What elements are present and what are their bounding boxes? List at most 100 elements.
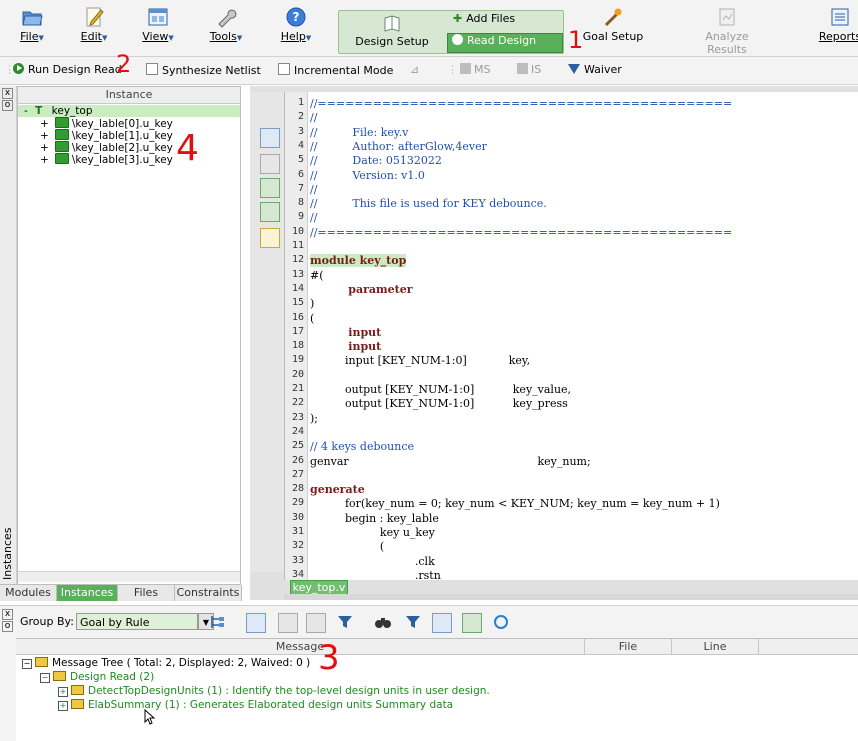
hierarchy-icon[interactable] [208, 613, 226, 631]
tab-modules[interactable]: Modules [0, 585, 57, 601]
code-line[interactable]: begin : key_lable [310, 512, 439, 525]
code-line[interactable]: output [KEY_NUM-1:0] key_value, [310, 383, 571, 396]
expand-icon[interactable]: + [58, 687, 68, 697]
edit-menu[interactable]: Edit▼ [66, 6, 122, 43]
restore-icon[interactable]: o [2, 621, 13, 632]
open-folder-icon[interactable]: ⊿ [410, 63, 419, 76]
is-icon[interactable] [306, 613, 326, 633]
collapse-icon[interactable]: - [24, 105, 28, 117]
tab-files[interactable]: Files [118, 585, 175, 601]
editor-horizontal-scrollbar[interactable] [284, 594, 858, 600]
restore-icon[interactable]: o [2, 100, 13, 111]
checkbox-box[interactable] [146, 63, 158, 75]
code-line[interactable]: // Author: afterGlow,4ever [310, 140, 487, 153]
code-line[interactable]: generate [310, 483, 365, 496]
code-line[interactable]: key u_key [310, 526, 435, 539]
message-tree: Message File Line − Message Tree ( Total:… [16, 638, 858, 741]
copy-icon[interactable] [260, 128, 280, 148]
read-design-button[interactable]: Read Design [447, 33, 563, 53]
tree-item[interactable]: + \key_lable[2].u_key [40, 141, 173, 154]
design-read-node[interactable]: − Design Read (2) [40, 671, 154, 684]
code-line[interactable]: .clk [310, 555, 435, 568]
analyze-results-button[interactable]: Analyze Results [684, 6, 770, 56]
ms-icon[interactable] [278, 613, 298, 633]
code-line[interactable]: input [310, 326, 381, 339]
code-line[interactable]: // Version: v1.0 [310, 169, 425, 182]
code-line[interactable]: parameter [310, 283, 412, 296]
code-line[interactable]: ) [310, 297, 314, 310]
pencil-icon[interactable] [260, 228, 280, 248]
code-line[interactable]: for(key_num = 0; key_num < KEY_NUM; key_… [310, 497, 720, 510]
column-message[interactable]: Message [16, 639, 585, 654]
ms-button[interactable]: MS [460, 63, 490, 76]
comment-icon[interactable] [462, 613, 482, 633]
reports-menu[interactable]: Reports [812, 6, 858, 43]
code-line[interactable]: ( [310, 312, 314, 325]
waiver-button[interactable]: Waiver [568, 63, 622, 76]
tree-item[interactable]: + \key_lable[1].u_key [40, 129, 173, 142]
code-line[interactable]: genvar key_num; [310, 455, 591, 468]
edit-icon [86, 7, 104, 27]
column-line[interactable]: Line [672, 639, 759, 654]
code-line[interactable]: output [KEY_NUM-1:0] key_press [310, 397, 568, 410]
code-view[interactable]: 1 2 3 4 5 6 7 8 9 10 11 12 13 14 15 16 17 18 19 20 21 22 23 24 2… [284, 92, 858, 580]
close-icon[interactable]: x [2, 609, 13, 620]
file-menu[interactable]: File▼ [4, 6, 60, 43]
help-menu[interactable]: ? Help▼ [268, 6, 324, 43]
tree-item[interactable]: + \key_lable[3].u_key [40, 153, 173, 166]
refresh-icon[interactable] [492, 613, 510, 631]
tools-menu[interactable]: Tools▼ [198, 6, 254, 43]
filter-check-icon[interactable] [404, 613, 422, 631]
code-line[interactable]: #( [310, 269, 324, 282]
comment-icon[interactable] [260, 202, 280, 222]
tab-constraints[interactable]: Constraints [175, 585, 242, 601]
funnel-icon[interactable] [336, 613, 354, 631]
message-row[interactable]: + ElabSummary (1) : Generates Elaborated … [58, 699, 453, 712]
expand-icon[interactable]: + [58, 701, 68, 711]
synthesize-netlist-checkbox[interactable]: Synthesize Netlist [146, 63, 261, 77]
code-line[interactable]: input [310, 340, 381, 353]
columns-icon[interactable] [246, 613, 266, 633]
collapse-icon[interactable]: − [40, 673, 50, 683]
document-icon[interactable] [260, 154, 280, 174]
tree-item[interactable]: + \key_lable[0].u_key [40, 117, 173, 130]
code-line[interactable]: ( [310, 540, 384, 553]
close-icon[interactable]: x [2, 88, 13, 99]
code-line[interactable]: // [310, 111, 317, 124]
instance-column-header[interactable]: Instance [18, 87, 240, 104]
code-line[interactable]: // [310, 183, 317, 196]
message-row[interactable]: + DetectTopDesignUnits (1) : Identify the… [58, 685, 490, 698]
goal-setup-button[interactable]: Goal Setup [580, 6, 646, 43]
view-menu[interactable]: View▼ [130, 6, 186, 43]
code-line[interactable]: // File: key.v [310, 126, 408, 139]
tree-root-key-top[interactable]: - T key_top [18, 105, 240, 117]
list-icon[interactable] [260, 178, 280, 198]
tab-instances[interactable]: Instances [57, 585, 118, 601]
incremental-mode-checkbox[interactable]: Incremental Mode [278, 63, 393, 77]
help-menu-label: Help [280, 30, 306, 43]
code-line[interactable]: .rstn [310, 569, 441, 580]
code-line[interactable]: // This file is used for KEY debounce. [310, 197, 547, 210]
code-line[interactable]: //======================================… [310, 97, 732, 110]
binoculars-icon[interactable] [374, 613, 392, 631]
add-files-button[interactable]: ✚ Add Files [447, 12, 561, 30]
code-line[interactable]: // [310, 211, 317, 224]
collapse-icon[interactable]: − [22, 659, 32, 669]
expand-icon[interactable]: + [40, 154, 49, 166]
code-line[interactable]: module key_top [310, 254, 407, 268]
code-line[interactable]: // 4 keys debounce [310, 440, 414, 453]
instances-side-label[interactable]: Instances [1, 527, 14, 580]
group-by-select[interactable]: Goal by Rule [76, 613, 198, 630]
export-icon[interactable] [432, 613, 452, 633]
design-setup-button[interactable]: Design Setup [339, 11, 445, 53]
is-button[interactable]: IS [517, 63, 541, 76]
code-line[interactable]: // Date: 05132022 [310, 154, 442, 167]
message-tree-root[interactable]: − Message Tree ( Total: 2, Displayed: 2, … [22, 657, 310, 670]
code-line[interactable]: ); [310, 412, 318, 425]
code-line[interactable]: input [KEY_NUM-1:0] key, [310, 354, 530, 367]
checkbox-box[interactable] [278, 63, 290, 75]
code-line[interactable]: //======================================… [310, 226, 732, 239]
column-file[interactable]: File [585, 639, 672, 654]
horizontal-scrollbar[interactable] [18, 571, 240, 582]
run-design-read-button[interactable]: Run Design Read [13, 63, 122, 76]
